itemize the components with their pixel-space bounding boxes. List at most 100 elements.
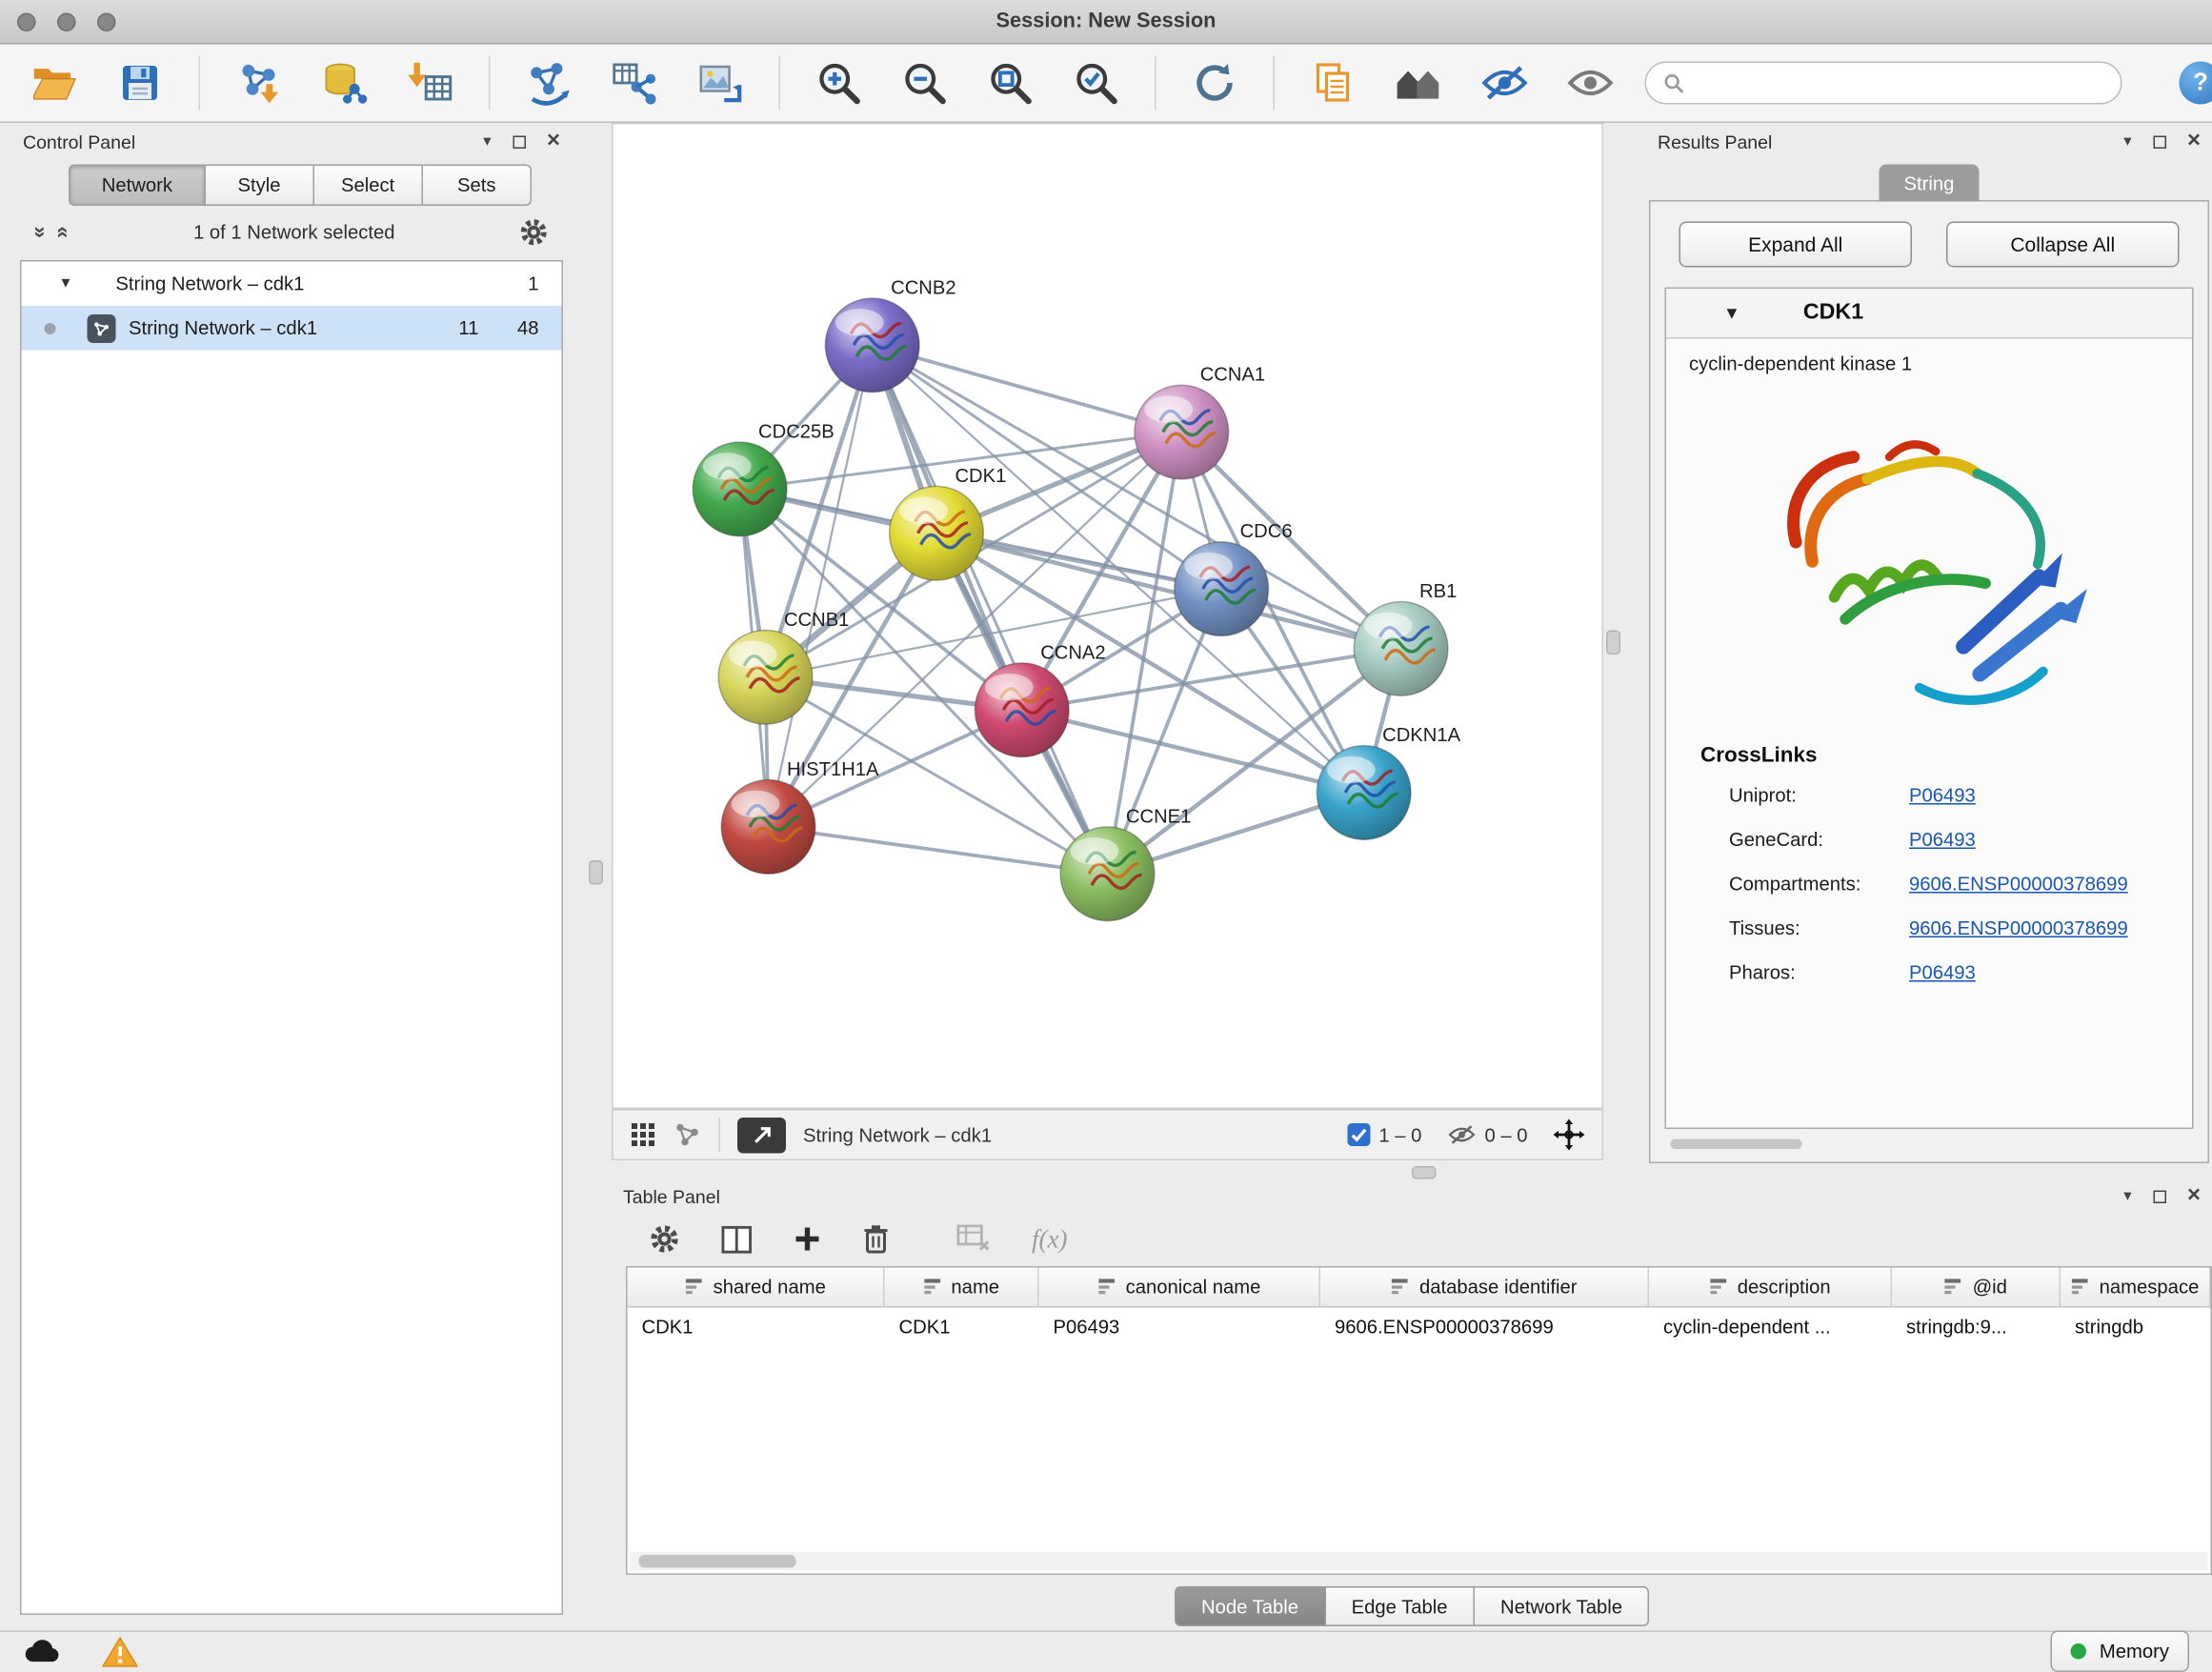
tab-select[interactable]: Select: [314, 165, 423, 207]
hide-selected-button[interactable]: [1474, 51, 1537, 114]
table-row[interactable]: CDK1 CDK1 P06493 9606.ENSP00000378699 cy…: [628, 1308, 2211, 1347]
float-panel-icon[interactable]: [2153, 1190, 2166, 1203]
section-caret-icon[interactable]: ▼: [1723, 303, 1740, 323]
copy-documents-button[interactable]: [1302, 51, 1365, 114]
warning-icon[interactable]: [102, 1634, 139, 1668]
expand-all-icon[interactable]: «: [53, 226, 75, 238]
column-header[interactable]: namespace: [2061, 1268, 2211, 1307]
crosslink-link[interactable]: 9606.ENSP00000378699: [1909, 874, 2128, 896]
cloud-icon[interactable]: [23, 1638, 62, 1665]
column-header[interactable]: database identifier: [1320, 1268, 1649, 1307]
collapse-all-icon[interactable]: »: [30, 226, 51, 238]
tab-network[interactable]: Network: [69, 165, 206, 207]
network-node-CCNE1[interactable]: [1060, 827, 1155, 921]
network-node-CDC6[interactable]: [1175, 542, 1269, 636]
apply-layout-button[interactable]: [1183, 51, 1246, 114]
close-panel-icon[interactable]: ×: [2187, 1185, 2201, 1208]
crosslink-link[interactable]: 9606.ENSP00000378699: [1909, 917, 2128, 939]
tab-style[interactable]: Style: [206, 165, 314, 207]
crosslink-link[interactable]: P06493: [1909, 962, 1976, 984]
column-header[interactable]: shared name: [628, 1268, 885, 1307]
tab-network-table[interactable]: Network Table: [1475, 1586, 1649, 1626]
network-collection-row[interactable]: ▼ String Network – cdk1 1: [22, 262, 562, 307]
new-network-button[interactable]: [517, 51, 580, 114]
table-cell[interactable]: P06493: [1039, 1308, 1321, 1347]
scrollbar-thumb[interactable]: [639, 1555, 796, 1568]
grid-view-icon[interactable]: [631, 1122, 656, 1148]
table-cell[interactable]: 9606.ENSP00000378699: [1320, 1308, 1649, 1347]
table-cell[interactable]: stringdb:9...: [1892, 1308, 2061, 1347]
import-network-button[interactable]: [228, 51, 291, 114]
zoom-in-button[interactable]: [808, 51, 871, 114]
selected-checkbox-icon[interactable]: [1347, 1123, 1370, 1146]
column-header[interactable]: name: [885, 1268, 1039, 1307]
column-header[interactable]: @id: [1892, 1268, 2061, 1307]
collapse-all-button[interactable]: Collapse All: [1946, 222, 2180, 268]
gear-icon[interactable]: [519, 216, 550, 247]
delete-trash-icon[interactable]: [862, 1223, 891, 1255]
pan-crosshair-icon[interactable]: [1554, 1119, 1585, 1151]
zoom-selected-button[interactable]: [1065, 51, 1128, 114]
table-cell[interactable]: cyclin-dependent ...: [1649, 1308, 1892, 1347]
network-from-table-button[interactable]: [603, 51, 666, 114]
results-scrollbar[interactable]: [1668, 1138, 2191, 1151]
left-splitter-handle[interactable]: [589, 860, 603, 885]
crosslink-link[interactable]: P06493: [1909, 829, 1976, 851]
add-column-plus-icon[interactable]: [794, 1225, 822, 1254]
tab-string[interactable]: String: [1880, 165, 1979, 202]
zoom-out-button[interactable]: [894, 51, 956, 114]
columns-icon[interactable]: [720, 1224, 754, 1255]
network-share-icon[interactable]: [674, 1120, 702, 1149]
network-edge[interactable]: [873, 345, 1108, 874]
horizontal-splitter-handle[interactable]: [1412, 1166, 1437, 1179]
search-input[interactable]: [1697, 71, 2104, 95]
network-node-CCNB2[interactable]: [825, 298, 919, 393]
tab-edge-table[interactable]: Edge Table: [1326, 1586, 1475, 1626]
network-edge[interactable]: [769, 827, 1108, 874]
expand-all-button[interactable]: Expand All: [1679, 222, 1913, 268]
crosslink-link[interactable]: P06493: [1909, 785, 1976, 807]
export-image-button[interactable]: [689, 51, 752, 114]
table-horizontal-scrollbar[interactable]: [631, 1552, 2208, 1571]
tab-sets[interactable]: Sets: [423, 165, 532, 207]
column-header[interactable]: description: [1649, 1268, 1892, 1307]
network-node-CDKN1A[interactable]: [1317, 746, 1411, 840]
close-panel-icon[interactable]: ×: [547, 131, 560, 153]
network-node-CCNB1[interactable]: [718, 630, 813, 724]
hidden-eye-slash-icon[interactable]: [1447, 1125, 1476, 1145]
right-splitter-handle[interactable]: [1606, 631, 1620, 655]
zoom-fit-button[interactable]: [979, 51, 1042, 114]
open-file-button[interactable]: [23, 51, 86, 114]
import-table-button[interactable]: [399, 51, 462, 114]
gene-section-header[interactable]: ▼ CDK1: [1666, 289, 2192, 339]
column-header[interactable]: canonical name: [1039, 1268, 1321, 1307]
save-session-button[interactable]: [109, 51, 171, 114]
maximize-window-button[interactable]: [97, 12, 116, 31]
import-network-database-button[interactable]: [313, 51, 376, 114]
table-cell[interactable]: CDK1: [885, 1308, 1039, 1347]
panel-menu-icon[interactable]: ▾: [483, 133, 491, 150]
panel-menu-icon[interactable]: ▾: [2123, 1188, 2131, 1204]
network-row[interactable]: String Network – cdk1 11 48: [22, 306, 562, 351]
float-panel-icon[interactable]: [513, 135, 526, 149]
network-node-HIST1H1A[interactable]: [721, 779, 815, 874]
network-node-CDC25B[interactable]: [693, 442, 787, 536]
table-cell[interactable]: CDK1: [628, 1308, 885, 1347]
collection-caret-icon[interactable]: ▼: [59, 276, 73, 292]
close-window-button[interactable]: [17, 12, 36, 31]
network-canvas[interactable]: CCNB2CCNA1CDC25BCDK1CDC6RB1CCNB1CCNA2CDK…: [613, 125, 1602, 1108]
tab-node-table[interactable]: Node Table: [1174, 1586, 1325, 1626]
search-box[interactable]: [1645, 62, 2122, 105]
memory-button[interactable]: Memory: [2051, 1631, 2189, 1672]
network-node-CDK1[interactable]: [890, 486, 984, 580]
network-node-CCNA2[interactable]: [975, 663, 1069, 757]
network-edge[interactable]: [769, 345, 873, 827]
table-cell[interactable]: stringdb: [2061, 1308, 2211, 1347]
close-panel-icon[interactable]: ×: [2187, 131, 2201, 153]
network-node-RB1[interactable]: [1354, 602, 1448, 696]
network-node-CCNA1[interactable]: [1135, 385, 1229, 479]
houses-button[interactable]: [1388, 51, 1451, 114]
table-settings-gear-icon[interactable]: [649, 1223, 680, 1255]
help-button[interactable]: ?: [2180, 62, 2212, 105]
minimize-window-button[interactable]: [57, 12, 76, 31]
